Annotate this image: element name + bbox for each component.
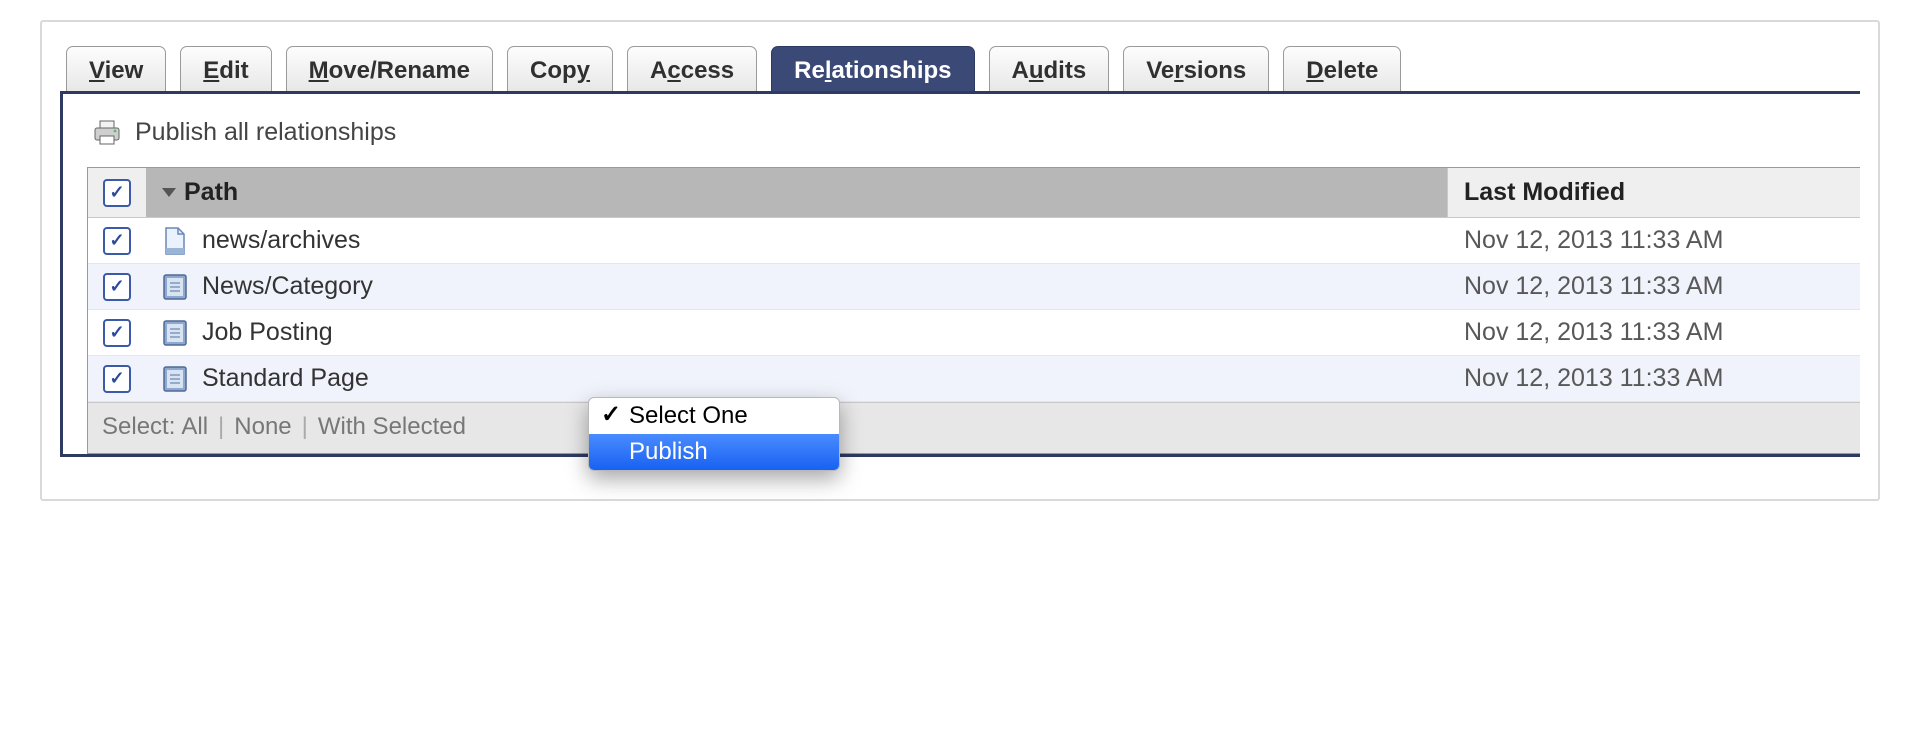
sort-desc-icon [162, 188, 176, 197]
row-path-cell: News/Category [146, 264, 1448, 309]
tab-edit[interactable]: Edit [180, 46, 271, 94]
column-header-modified[interactable]: Last Modified [1447, 168, 1860, 217]
publish-all-label: Publish all relationships [135, 118, 396, 147]
row-path-text: Standard Page [202, 364, 369, 393]
column-header-path[interactable]: Path [146, 168, 1447, 217]
tab-copy[interactable]: Copy [507, 46, 613, 94]
row-path-text: Job Posting [202, 318, 333, 347]
dropdown-option-select-one[interactable]: Select One [589, 398, 839, 434]
dropdown-option-publish[interactable]: Publish [589, 434, 839, 470]
row-modified-cell: Nov 12, 2013 11:33 AM [1448, 218, 1860, 263]
relationships-panel: Publish all relationships ✓ Path Last Mo… [60, 91, 1860, 457]
row-path-text: News/Category [202, 272, 373, 301]
bulk-action-dropdown[interactable]: Select One Publish [588, 397, 840, 471]
select-all-link[interactable]: All [181, 413, 208, 441]
with-selected-label: With Selected [318, 413, 466, 441]
publish-all-link[interactable]: Publish all relationships [93, 118, 1860, 147]
tab-audits[interactable]: Audits [989, 46, 1110, 94]
row-modified-cell: Nov 12, 2013 11:33 AM [1448, 264, 1860, 309]
row-checkbox-cell[interactable]: ✓ [88, 219, 146, 263]
file-icon [162, 227, 188, 255]
window-frame: View Edit Move/Rename Copy Access Relationshi… [40, 20, 1880, 501]
table-row[interactable]: ✓ news/archives Nov 12, 2013 11:33 AM [88, 218, 1860, 264]
relationships-table: ✓ Path Last Modified ✓ news/archives Nov 1… [87, 167, 1860, 454]
tab-move-rename[interactable]: Move/Rename [286, 46, 493, 94]
printer-icon [93, 120, 121, 146]
row-path-cell: news/archives [146, 218, 1448, 263]
tab-access[interactable]: Access [627, 46, 757, 94]
select-label: Select: [102, 413, 175, 441]
tab-relationships[interactable]: Relationships [771, 46, 974, 94]
row-checkbox[interactable]: ✓ [103, 319, 131, 347]
table-row[interactable]: ✓ Job Posting Nov 12, 2013 11:33 AM [88, 310, 1860, 356]
folder-icon [162, 365, 188, 393]
row-checkbox-cell[interactable]: ✓ [88, 265, 146, 309]
row-checkbox[interactable]: ✓ [103, 365, 131, 393]
folder-icon [162, 319, 188, 347]
table-row[interactable]: ✓ News/Category Nov 12, 2013 11:33 AM [88, 264, 1860, 310]
row-modified-cell: Nov 12, 2013 11:33 AM [1448, 310, 1860, 355]
row-path-text: news/archives [202, 226, 360, 255]
tab-view[interactable]: View [66, 46, 166, 94]
row-checkbox[interactable]: ✓ [103, 227, 131, 255]
table-footer: Select: All | None | With Selected Selec… [88, 402, 1860, 453]
select-none-link[interactable]: None [234, 413, 291, 441]
tab-bar: View Edit Move/Rename Copy Access Relationshi… [60, 44, 1860, 92]
table-header: ✓ Path Last Modified [88, 168, 1860, 218]
tab-delete[interactable]: Delete [1283, 46, 1401, 94]
row-path-cell: Job Posting [146, 310, 1448, 355]
row-checkbox-cell[interactable]: ✓ [88, 311, 146, 355]
table-row[interactable]: ✓ Standard Page Nov 12, 2013 11:33 AM [88, 356, 1860, 402]
row-checkbox[interactable]: ✓ [103, 273, 131, 301]
row-checkbox-cell[interactable]: ✓ [88, 357, 146, 401]
folder-icon [162, 273, 188, 301]
row-modified-cell: Nov 12, 2013 11:33 AM [1448, 356, 1860, 401]
row-path-cell: Standard Page [146, 356, 1448, 401]
select-all-cell[interactable]: ✓ [88, 168, 146, 217]
tab-versions[interactable]: Versions [1123, 46, 1269, 94]
select-all-checkbox[interactable]: ✓ [103, 179, 131, 207]
